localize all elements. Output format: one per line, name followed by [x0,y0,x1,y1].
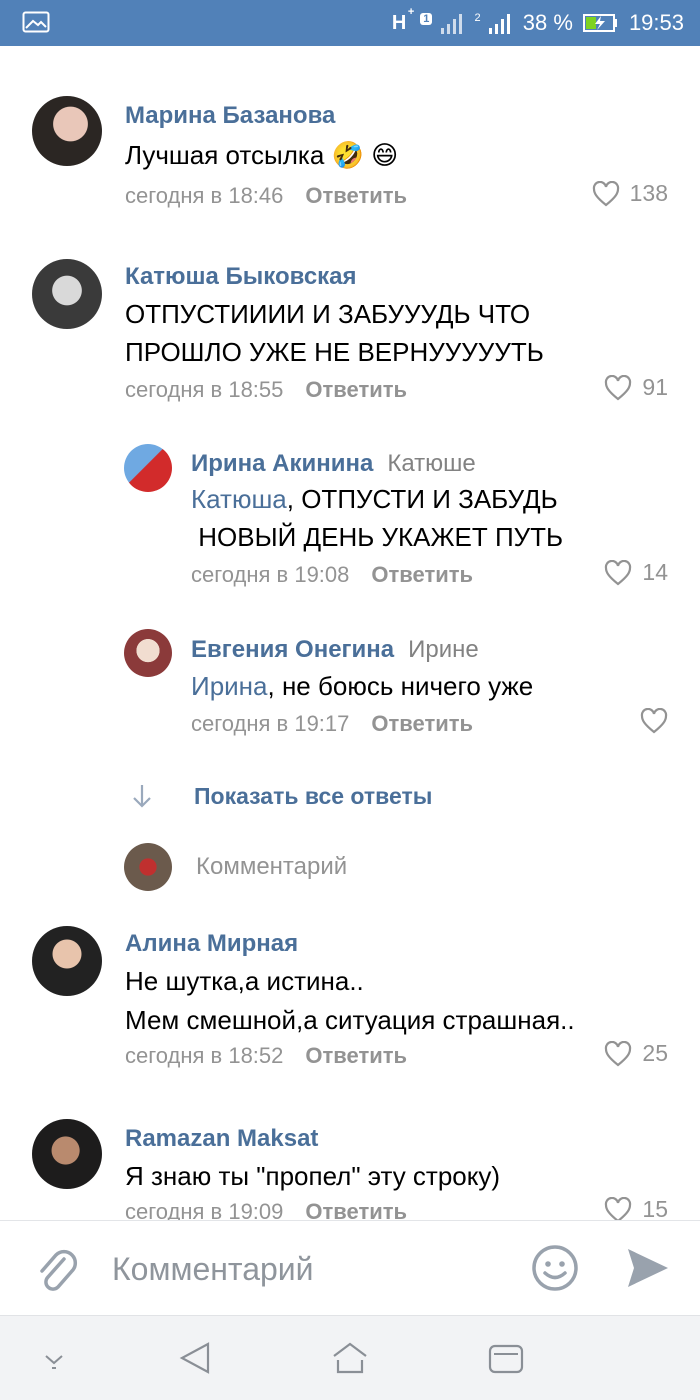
comment-text-line: Мем смешной,а ситуация страшная.. [125,1005,575,1035]
like-count: 14 [642,559,668,585]
reply-comment-input[interactable]: Комментарий [124,843,347,891]
comment-author[interactable]: Евгения Онегина Ирине [191,636,479,664]
nav-back-icon[interactable] [178,1340,212,1381]
mention-link[interactable]: Ирина [191,671,268,701]
comment-time: сегодня в 19:17 [191,711,350,736]
avatar[interactable] [32,1119,102,1189]
comment-meta: сегодня в 19:09 Ответить [125,1199,407,1220]
reply-button[interactable]: Ответить [305,377,407,402]
show-all-replies-button[interactable]: Показать все ответы [130,782,432,810]
clock: 19:53 [628,10,684,35]
comment-input[interactable]: Комментарий [112,1251,314,1288]
nav-home-icon[interactable] [330,1340,370,1381]
gallery-icon [22,11,50,38]
like-button[interactable] [640,708,668,734]
like-count: 15 [642,1196,668,1220]
reply-button[interactable]: Ответить [305,1043,407,1068]
comment-meta: сегодня в 18:46 Ответить [125,183,407,209]
comment-composer: Комментарий [0,1220,700,1315]
comment-author[interactable]: Ramazan Maksat [125,1125,318,1153]
heart-icon [605,1196,632,1220]
reply-button[interactable]: Ответить [371,711,473,736]
network-indicator: H + [391,5,415,34]
comments-feed[interactable]: Марина Базанова Лучшая отсылка 🤣 😄 сегод… [0,46,700,1220]
comment-text-line: Не шутка,а истина.. [125,966,364,996]
comment-meta: сегодня в 18:55 Ответить [125,377,407,403]
comment-meta: сегодня в 19:17 Ответить [191,711,473,737]
reply-button[interactable]: Ответить [305,183,407,208]
arrow-down-icon [133,785,151,808]
comment-time: сегодня в 18:46 [125,183,284,208]
comment-text-line: ПРОШЛО УЖЕ НЕ ВЕРНУУУУУТЬ [125,337,544,367]
comment-meta: сегодня в 18:52 Ответить [125,1043,407,1069]
like-button[interactable]: 25 [604,1040,668,1067]
like-button[interactable]: 91 [604,374,668,401]
status-bar: H + 1 2 38 % 19:53 [0,0,700,46]
comment-meta: сегодня в 19:08 Ответить [191,562,473,588]
comment-text-line: Катюша, ОТПУСТИ И ЗАБУДЬ [191,484,558,514]
reply-button[interactable]: Ответить [371,562,473,587]
avatar[interactable] [32,926,102,996]
comment-time: сегодня в 18:52 [125,1043,284,1068]
avatar [124,843,172,891]
avatar[interactable] [124,444,172,492]
reply-item: Евгения Онегина Ирине Ирина, не боюсь нич… [0,621,700,751]
heart-icon [592,180,619,206]
comment-item: Ramazan Maksat Я знаю ты "пропел" эту ст… [0,1111,700,1220]
comment-text-line: НОВЫЙ ДЕНЬ УКАЖЕТ ПУТЬ [191,522,564,552]
send-icon[interactable] [624,1245,670,1296]
comment-text-line: ОТПУСТИИИИ И ЗАБУУУДЬ ЧТО [125,299,531,329]
reply-item: Ирина Акинина Катюше Катюша, ОТПУСТИ И ЗА… [0,436,700,596]
paperclip-icon[interactable] [34,1245,80,1300]
mention-link[interactable]: Катюша [191,484,287,514]
avatar[interactable] [32,96,102,166]
comment-text: Лучшая отсылка 🤣 😄 [125,140,399,170]
sim1-signal-icon: 1 [416,10,464,36]
heart-icon [605,1040,632,1066]
heart-icon [640,708,668,734]
show-all-replies-label: Показать все ответы [194,782,433,809]
reply-button[interactable]: Ответить [305,1199,407,1220]
like-count: 138 [629,180,668,206]
comment-item: Марина Базанова Лучшая отсылка 🤣 😄 сегод… [0,86,700,226]
reply-input-placeholder: Комментарий [196,853,348,880]
battery-percent: 38 % [522,10,573,35]
comment-author[interactable]: Катюша Быковская [125,263,357,291]
comment-time: сегодня в 19:08 [191,562,350,587]
nav-recents-icon[interactable] [486,1342,526,1381]
comment-text: Ирина, не боюсь ничего уже [191,671,534,701]
like-button[interactable]: 14 [604,559,668,586]
nav-down-icon[interactable] [40,1348,68,1377]
like-button[interactable]: 138 [592,180,668,207]
comment-time: сегодня в 18:55 [125,377,284,402]
battery-icon [582,13,619,33]
reply-addressee: Катюше [387,450,476,477]
like-button[interactable]: 15 [604,1196,668,1220]
like-count: 91 [642,374,668,400]
heart-icon [605,559,632,585]
system-navigation-bar [0,1315,700,1400]
avatar[interactable] [124,629,172,677]
reply-addressee: Ирине [408,636,479,663]
comment-author[interactable]: Ирина Акинина Катюше [191,450,476,478]
comment-author[interactable]: Марина Базанова [125,102,335,130]
avatar[interactable] [32,259,102,329]
emoji-icon[interactable] [530,1243,580,1298]
comment-item: Катюша Быковская ОТПУСТИИИИ И ЗАБУУУДЬ Ч… [0,251,700,421]
sim2-signal-icon: 2 [475,10,513,36]
comment-time: сегодня в 19:09 [125,1199,284,1220]
comment-author[interactable]: Алина Мирная [125,930,298,958]
heart-icon [605,374,632,400]
comment-text: Я знаю ты "пропел" эту строку) [125,1161,501,1191]
like-count: 25 [642,1040,668,1066]
comment-item: Алина Мирная Не шутка,а истина.. Мем сме… [0,916,700,1086]
